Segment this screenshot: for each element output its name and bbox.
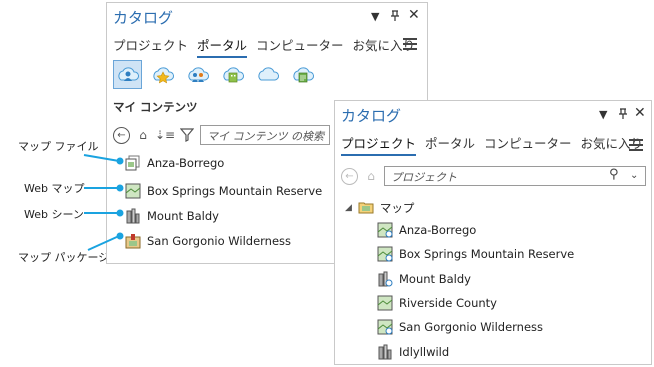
tree-item[interactable]: Box Springs Mountain Reserve [377, 246, 574, 262]
item-label: Anza-Borrego [399, 223, 477, 237]
groups-icon[interactable] [183, 60, 212, 89]
home-icon[interactable]: ⌂ [134, 125, 152, 145]
organization-icon[interactable] [218, 60, 247, 89]
list-item[interactable]: Anza-Borrego [125, 155, 224, 171]
pin-icon[interactable] [390, 10, 400, 25]
tree-item[interactable]: Riverside County [377, 295, 497, 311]
map-package-icon [125, 233, 141, 249]
item-label: Mount Baldy [147, 209, 219, 223]
tab-portal[interactable]: ポータル [197, 35, 248, 58]
tab-portal[interactable]: ポータル [425, 133, 475, 156]
callout-web-scene: Web シーン [24, 208, 84, 221]
tab-computer[interactable]: コンピューター [256, 35, 344, 58]
map-icon [377, 222, 393, 238]
menu-icon[interactable] [403, 38, 417, 50]
search-options-dropdown-icon[interactable]: ⌄ [630, 170, 638, 181]
section-title: マイ コンテンツ [113, 100, 198, 114]
tab-project[interactable]: プロジェクト [341, 133, 417, 156]
collapse-icon[interactable]: ◢ [345, 203, 352, 213]
pane-title: カタログ [341, 107, 402, 125]
search-icon[interactable]: ⚲ [609, 167, 619, 182]
item-label: Mount Baldy [399, 272, 471, 286]
online-icon[interactable] [253, 60, 282, 89]
menu-icon[interactable] [629, 139, 643, 151]
map-icon [377, 295, 393, 311]
close-icon[interactable]: ✕ [408, 7, 420, 23]
folder-label: マップ [379, 201, 415, 215]
my-content-icon[interactable] [113, 60, 142, 89]
search-input[interactable]: プロジェクト [384, 166, 646, 186]
folder-icon [358, 200, 374, 216]
tab-computer[interactable]: コンピューター [484, 133, 572, 156]
filter-icon[interactable] [178, 125, 196, 145]
options-dropdown-icon[interactable]: ▼ [371, 10, 379, 23]
list-item[interactable]: San Gorgonio Wilderness [125, 233, 291, 249]
tree-item[interactable]: Mount Baldy [377, 271, 471, 287]
item-label: Anza-Borrego [147, 156, 225, 170]
back-icon[interactable]: ← [341, 167, 358, 185]
web-map-icon [125, 183, 141, 199]
catalog-pane-project: カタログ ▼ ✕ プロジェクト ポータル コンピューター お気に入り ← ⌂ プ… [334, 100, 652, 365]
callout-web-map: Web マップ [24, 182, 85, 195]
tree-item[interactable]: Anza-Borrego [377, 222, 476, 238]
item-label: Idlyllwild [399, 345, 450, 359]
list-item[interactable]: Mount Baldy [125, 208, 219, 224]
close-icon[interactable]: ✕ [634, 105, 646, 121]
item-label: Box Springs Mountain Reserve [399, 247, 575, 261]
map-icon [377, 246, 393, 262]
web-scene-icon [125, 208, 141, 224]
map-icon [377, 319, 393, 335]
tree-item[interactable]: San Gorgonio Wilderness [377, 319, 543, 335]
scene-icon [377, 271, 393, 287]
callout-map-file: マップ ファイル [18, 140, 99, 153]
scene-icon [377, 344, 393, 360]
tree-folder[interactable]: ◢ マップ [345, 200, 414, 216]
pin-icon[interactable] [618, 108, 628, 123]
item-label: Riverside County [399, 296, 497, 310]
search-input[interactable]: マイ コンテンツ の検索 [200, 125, 330, 145]
living-atlas-icon[interactable] [288, 60, 317, 89]
list-item[interactable]: Box Springs Mountain Reserve [125, 183, 322, 199]
home-icon: ⌂ [367, 169, 375, 183]
callout-map-package: マップ パッケージ [18, 251, 110, 264]
item-label: Box Springs Mountain Reserve [147, 184, 323, 198]
item-label: San Gorgonio Wilderness [399, 320, 544, 334]
favorites-icon[interactable] [148, 60, 177, 89]
map-file-icon [125, 155, 141, 171]
tree-item[interactable]: Idlyllwild [377, 344, 449, 360]
item-label: San Gorgonio Wilderness [147, 234, 292, 248]
sort-icon[interactable]: ⇣≡ [155, 125, 175, 145]
options-dropdown-icon[interactable]: ▼ [599, 108, 607, 121]
tab-project[interactable]: プロジェクト [113, 35, 188, 58]
back-icon[interactable]: ← [113, 126, 130, 144]
pane-title: カタログ [113, 9, 174, 27]
